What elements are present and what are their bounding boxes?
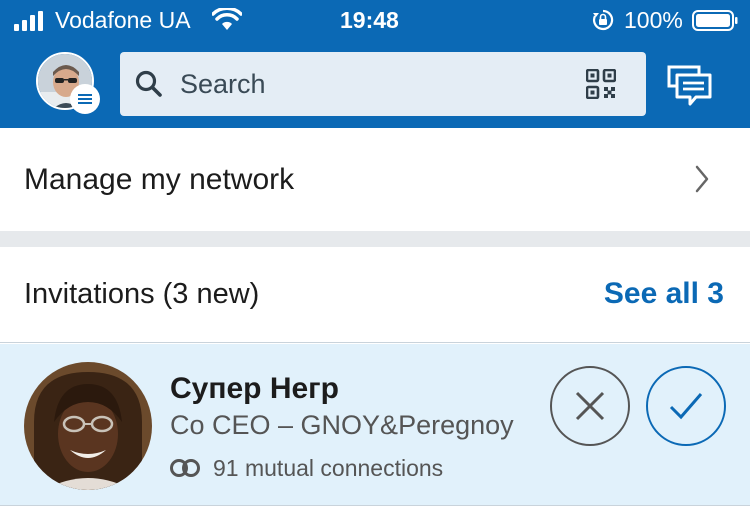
accept-button[interactable]: [646, 366, 726, 446]
search-input[interactable]: [180, 52, 570, 116]
mutual-connections-count: 91 mutual connections: [213, 455, 444, 481]
chevron-right-icon: [695, 165, 709, 193]
ignore-button[interactable]: [550, 366, 630, 446]
manage-network-label: Manage my network: [24, 163, 295, 196]
invitee-headline: Co CEO – GNOY&Peregnoy: [170, 410, 514, 440]
status-time: 19:48: [340, 7, 399, 33]
check-icon: [669, 393, 703, 420]
carrier-name: Vodafone UA: [55, 7, 191, 33]
signal-icon: [14, 11, 43, 31]
manage-network-row[interactable]: Manage my network: [0, 128, 750, 231]
battery-icon: [692, 10, 738, 31]
qr-code-icon[interactable]: [586, 69, 616, 99]
wifi-icon: [212, 8, 242, 30]
close-icon: [575, 391, 605, 421]
invitations-title: Invitations (3 new): [24, 278, 260, 310]
battery-percent: 100%: [624, 7, 683, 33]
section-divider: [0, 231, 750, 247]
top-bar: Vodafone UA 19:48 100%: [0, 0, 750, 128]
search-bar[interactable]: [120, 52, 646, 116]
status-bar: Vodafone UA 19:48 100%: [0, 0, 750, 42]
messaging-icon[interactable]: [666, 64, 714, 108]
invitation-card[interactable]: Супер Негр Co CEO – GNOY&Peregnoy 91 mut…: [0, 344, 750, 506]
orientation-lock-icon: [592, 9, 614, 31]
invitee-name[interactable]: Супер Негр: [170, 372, 339, 406]
search-icon: [135, 70, 162, 97]
menu-icon[interactable]: [70, 84, 100, 114]
see-all-link[interactable]: See all 3: [604, 277, 724, 311]
invitations-header: Invitations (3 new) See all 3: [0, 247, 750, 343]
mutual-connections-icon: [170, 459, 200, 477]
invitee-avatar[interactable]: [24, 362, 152, 490]
